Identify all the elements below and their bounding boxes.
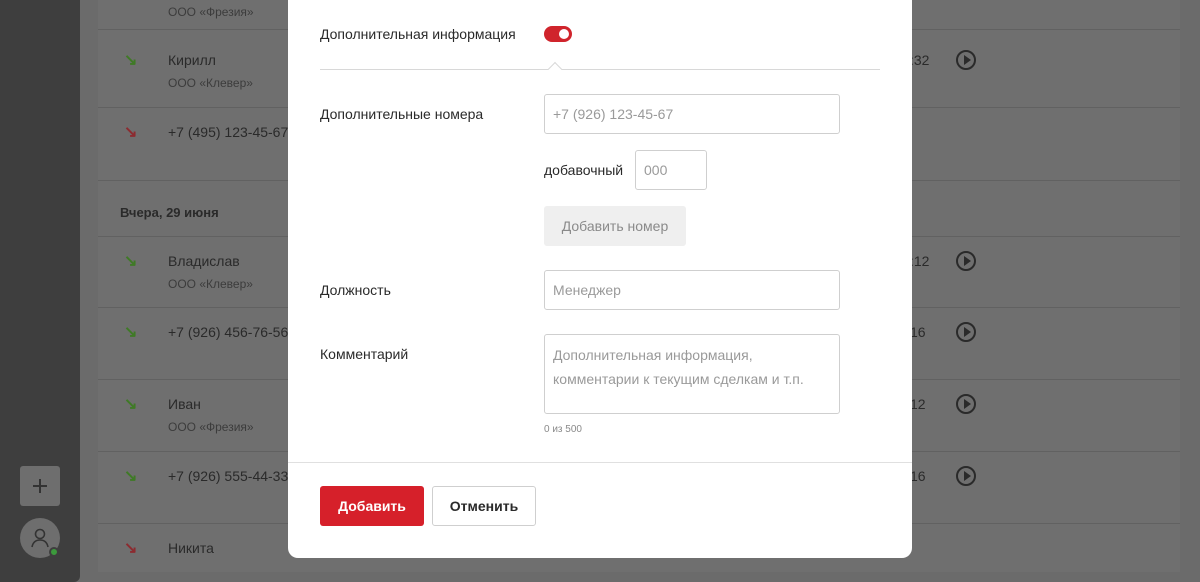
cancel-button[interactable]: Отменить [432, 486, 536, 526]
submit-button[interactable]: Добавить [320, 486, 424, 526]
position-label: Должность [320, 282, 391, 298]
date-header: Вчера, 29 июня [120, 205, 219, 220]
sidebar [0, 0, 80, 582]
play-icon[interactable] [956, 322, 976, 342]
call-name: Никита [168, 540, 214, 556]
comment-label: Комментарий [320, 346, 409, 362]
extension-label: добавочный [544, 162, 624, 178]
incoming-call-icon: ↘ [124, 52, 138, 69]
play-icon[interactable] [956, 251, 976, 271]
incoming-call-icon: ↘ [124, 324, 138, 341]
play-icon[interactable] [956, 466, 976, 486]
extra-info-toggle[interactable] [544, 26, 572, 42]
phone-input[interactable] [544, 94, 840, 134]
call-name: +7 (495) 123-45-67 [168, 124, 289, 140]
comment-counter: 0 из 500 [544, 424, 582, 435]
call-name: +7 (926) 555-44-33 [168, 468, 289, 484]
call-name: Кирилл [168, 52, 216, 68]
call-company: ООО «Фрезия» [168, 5, 254, 19]
comment-textarea[interactable] [544, 334, 840, 414]
add-number-button[interactable]: Добавить номер [544, 206, 686, 246]
online-status-dot [49, 547, 59, 557]
missed-call-icon: ↘ [124, 540, 138, 557]
extra-numbers-label: Дополнительные номера [320, 106, 484, 122]
play-icon[interactable] [956, 50, 976, 70]
call-time: :12 [910, 253, 930, 269]
divider-notch [547, 61, 563, 77]
incoming-call-icon: ↘ [124, 253, 138, 270]
plus-icon [33, 479, 47, 493]
position-input[interactable] [544, 270, 840, 310]
extension-input[interactable] [635, 150, 707, 190]
call-company: ООО «Клевер» [168, 76, 253, 90]
call-time: 16 [910, 468, 926, 484]
add-contact-modal: Дополнительная информация Дополнительные… [288, 0, 912, 558]
footer-divider [288, 462, 912, 463]
call-company: ООО «Клевер» [168, 277, 253, 291]
incoming-call-icon: ↘ [124, 396, 138, 413]
call-name: Иван [168, 396, 201, 412]
call-time: 16 [910, 324, 926, 340]
user-icon [31, 528, 49, 548]
add-button[interactable] [20, 466, 60, 506]
call-company: ООО «Фрезия» [168, 420, 254, 434]
missed-call-icon: ↘ [124, 124, 138, 141]
call-time: 12 [910, 396, 926, 412]
divider [320, 69, 880, 70]
avatar[interactable] [20, 518, 60, 558]
play-icon[interactable] [956, 394, 976, 414]
call-name: +7 (926) 456-76-56 [168, 324, 289, 340]
incoming-call-icon: ↘ [124, 468, 138, 485]
call-name: Владислав [168, 253, 240, 269]
extra-info-label: Дополнительная информация [320, 26, 516, 42]
call-time: :32 [910, 52, 930, 68]
